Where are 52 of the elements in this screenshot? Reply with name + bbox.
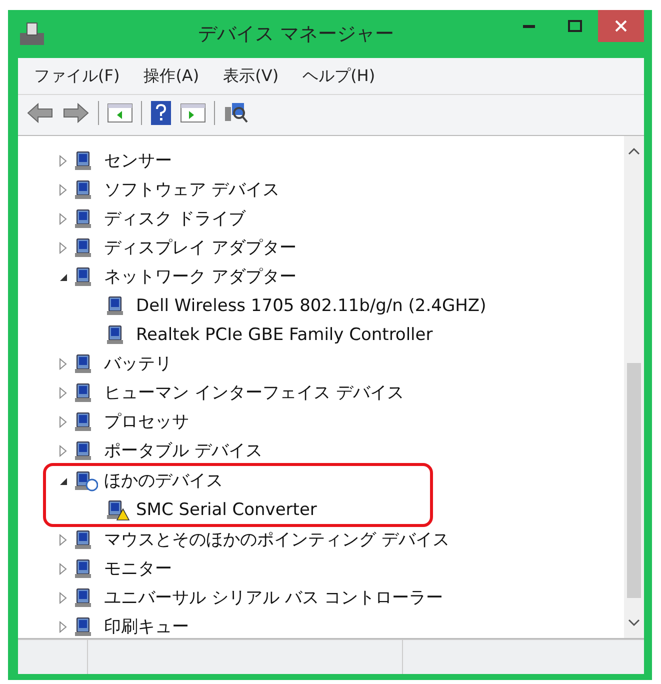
panel-icon[interactable] (180, 102, 206, 124)
tree-item[interactable]: ほかのデバイス (104, 469, 223, 492)
menu-item[interactable]: ヘルプ(H) (292, 62, 386, 90)
scroll-down-icon[interactable] (628, 618, 640, 628)
tree-item[interactable]: ユニバーサル シリアル バス コントローラー (104, 586, 444, 609)
back-button[interactable] (26, 102, 54, 124)
expand-arrow-icon[interactable] (58, 444, 68, 456)
menu-item[interactable]: 操作(A) (134, 62, 210, 90)
expand-arrow-icon[interactable] (58, 620, 68, 632)
scrollbar[interactable] (624, 136, 644, 638)
scroll-thumb[interactable] (627, 363, 641, 598)
expand-arrow-icon[interactable] (58, 592, 68, 604)
tree-item[interactable]: Dell Wireless 1705 802.11b/g/n (2.4GHZ) (136, 296, 486, 316)
tree-item[interactable]: ネットワーク アダプター (104, 265, 296, 288)
maximize-icon (568, 20, 582, 32)
tree-item[interactable]: プロセッサ (104, 410, 189, 433)
app-icon (18, 21, 46, 47)
expand-arrow-icon[interactable] (58, 184, 68, 196)
window-title: デバイス マネージャー (196, 22, 396, 47)
tree-item[interactable]: 印刷キュー (104, 615, 189, 638)
expand-arrow-icon[interactable] (58, 358, 68, 370)
forward-button[interactable] (62, 102, 90, 124)
tree-item[interactable]: ディスク ドライブ (104, 207, 246, 230)
close-icon (614, 19, 628, 33)
expand-arrow-icon[interactable] (58, 534, 68, 546)
tree-item[interactable]: Realtek PCIe GBE Family Controller (136, 324, 433, 344)
scan-hardware-icon[interactable] (223, 101, 249, 125)
tree-item[interactable]: バッテリ (104, 352, 172, 375)
collapse-arrow-icon[interactable] (58, 272, 68, 282)
expand-arrow-icon[interactable] (58, 212, 68, 224)
expand-arrow-icon[interactable] (58, 416, 68, 428)
menu-item[interactable]: 表示(V) (213, 62, 289, 90)
collapse-arrow-icon[interactable] (58, 476, 68, 486)
menu-item[interactable]: ファイル(F) (24, 62, 130, 90)
expand-arrow-icon[interactable] (58, 562, 68, 574)
help-icon[interactable] (150, 100, 172, 126)
tree-item[interactable]: ヒューマン インターフェイス デバイス (104, 381, 404, 404)
minimize-icon (523, 24, 535, 28)
tree-item[interactable]: モニター (104, 557, 172, 580)
scroll-up-icon[interactable] (628, 146, 640, 156)
close-button[interactable] (598, 10, 644, 42)
expand-arrow-icon[interactable] (58, 154, 68, 166)
tree-item[interactable]: ポータブル デバイス (104, 439, 262, 462)
panel-icon[interactable] (107, 102, 133, 124)
tree-item[interactable]: マウスとそのほかのポインティング デバイス (104, 528, 450, 551)
expand-arrow-icon[interactable] (58, 242, 68, 254)
tree-item[interactable]: ディスプレイ アダプター (104, 236, 296, 259)
tree-item[interactable]: センサー (104, 149, 172, 172)
unknown-device-icon (74, 470, 98, 492)
expand-arrow-icon[interactable] (58, 386, 68, 398)
tree-item[interactable]: ソフトウェア デバイス (104, 178, 280, 201)
tree-item[interactable]: SMC Serial Converter (136, 500, 317, 520)
